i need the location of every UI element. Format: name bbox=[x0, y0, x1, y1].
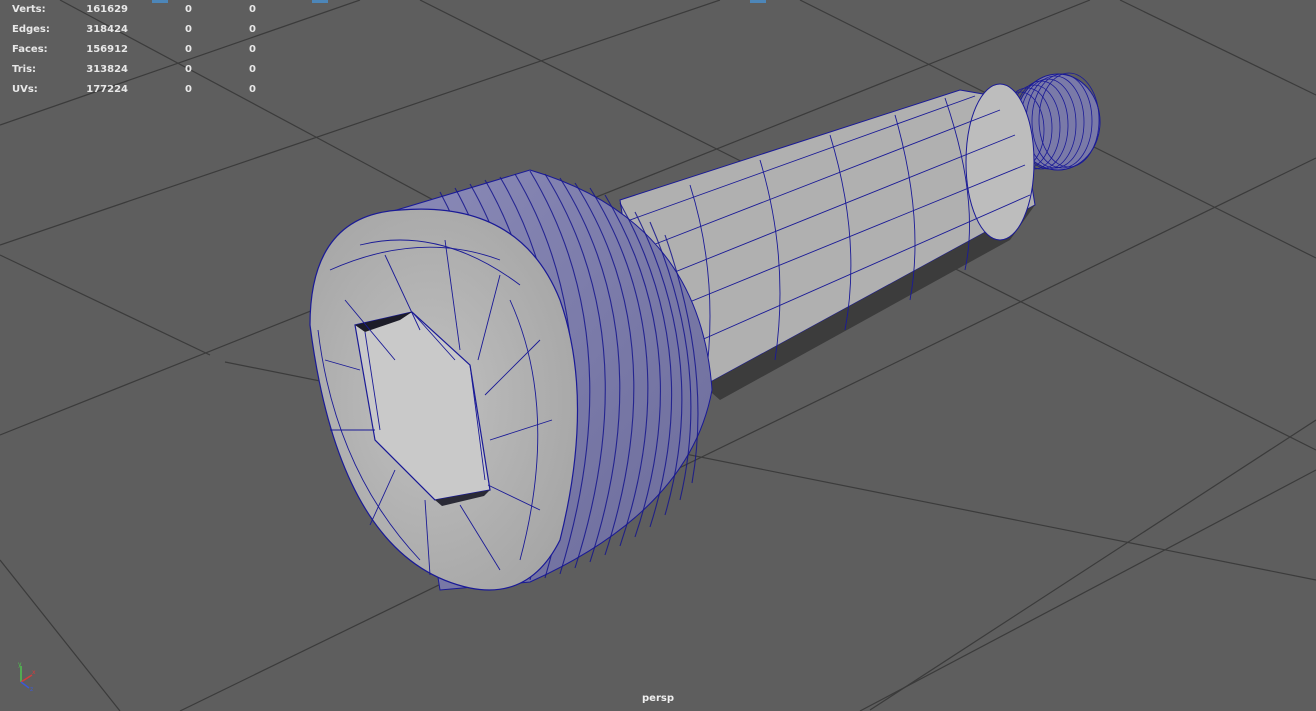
poly-count-hud: Verts: 161629 0 0 Edges: 318424 0 0 Face… bbox=[0, 0, 280, 100]
camera-name-label: persp bbox=[642, 693, 674, 704]
hud-row-tris: Tris: 313824 0 0 bbox=[0, 60, 280, 80]
scene-canvas[interactable] bbox=[0, 0, 1316, 711]
hud-total-value: 156912 bbox=[86, 44, 128, 55]
hud-total-value: 318424 bbox=[86, 24, 128, 35]
hud-row-faces: Faces: 156912 0 0 bbox=[0, 40, 280, 60]
hud-label: Tris: bbox=[12, 64, 37, 75]
panel-tab-marker[interactable] bbox=[312, 0, 328, 3]
hud-total-value: 313824 bbox=[86, 64, 128, 75]
z-axis-letter: z bbox=[30, 686, 33, 692]
hud-label: Edges: bbox=[12, 24, 50, 35]
hud-label: Verts: bbox=[12, 4, 46, 15]
hud-label: UVs: bbox=[12, 84, 38, 95]
x-axis-letter: x bbox=[32, 669, 36, 676]
hud-row-edges: Edges: 318424 0 0 bbox=[0, 20, 280, 40]
hud-component-value: 0 bbox=[249, 64, 256, 75]
hud-total-value: 177224 bbox=[86, 84, 128, 95]
hud-component-value: 0 bbox=[249, 84, 256, 95]
hud-component-value: 0 bbox=[249, 4, 256, 15]
3d-viewport[interactable]: Verts: 161629 0 0 Edges: 318424 0 0 Face… bbox=[0, 0, 1316, 711]
hud-selected-value: 0 bbox=[185, 24, 192, 35]
hud-total-value: 161629 bbox=[86, 4, 128, 15]
hud-selected-value: 0 bbox=[185, 64, 192, 75]
y-axis-letter: y bbox=[18, 661, 22, 668]
hud-selected-value: 0 bbox=[185, 4, 192, 15]
hud-row-uvs: UVs: 177224 0 0 bbox=[0, 80, 280, 100]
hud-row-verts: Verts: 161629 0 0 bbox=[0, 0, 280, 20]
z-axis-line bbox=[20, 681, 30, 689]
head-face bbox=[309, 208, 579, 591]
hud-component-value: 0 bbox=[249, 44, 256, 55]
axis-orientation-icon: y x z bbox=[18, 661, 36, 692]
hud-selected-value: 0 bbox=[185, 84, 192, 95]
x-axis-line bbox=[20, 674, 33, 683]
hud-selected-value: 0 bbox=[185, 44, 192, 55]
panel-tab-marker[interactable] bbox=[750, 0, 766, 3]
hud-label: Faces: bbox=[12, 44, 48, 55]
hud-component-value: 0 bbox=[249, 24, 256, 35]
